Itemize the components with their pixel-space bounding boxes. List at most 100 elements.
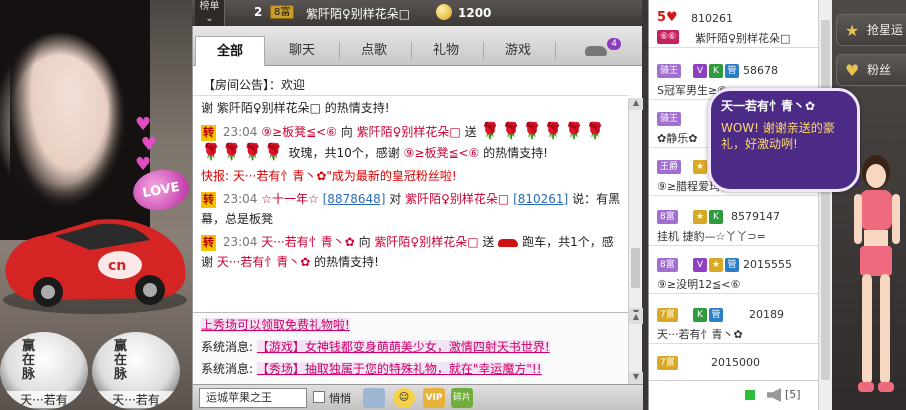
chat-target-select[interactable]: 运城苹果之王 [199,388,307,408]
message-target[interactable]: 紫阡陌♀别样花朵□ [374,235,478,249]
scroll-up-icon[interactable]: ▲ [629,312,643,324]
coin-icon [436,4,452,20]
tab-car[interactable]: 4 [561,36,631,66]
vip-badge-icon: V [693,64,707,78]
grab-star-button[interactable]: ★ 抢星运 [836,14,906,46]
tab-chat[interactable]: 聊天 [267,36,337,66]
pip-title: 赢在脉 [114,339,128,382]
pip-thumbnail[interactable]: 赢在脉 天···若有 [92,332,180,410]
message-verb: 向 [358,235,371,249]
button-label: 抢星运 [867,23,904,37]
flash-message: 快报: 天···若有忄青丶✿"成为最新的皇冠粉丝啦! [201,166,621,186]
fans-button[interactable]: ♥ 粉丝 [836,54,906,86]
forward-tag[interactable]: 转 [201,192,216,208]
flash-text: 天···若有忄青丶✿"成为最新的皇冠粉丝啦! [232,169,457,183]
vip-button[interactable]: VIP [423,388,445,408]
image-icon[interactable] [363,388,385,408]
user-count: [5] [785,388,801,401]
system-message: 系统消息: 【游戏】女神钱都变身萌萌美少女，激情四射天书世界! [193,337,550,357]
pip-title: 赢在脉 [22,339,36,382]
button-label: 粉丝 [867,63,892,77]
message-verb: 向 [340,125,353,139]
top-user-name[interactable]: 紫阡陌♀别样花朵□ [306,5,410,22]
chat-message: 转 23:04 ⑨≥板凳≦<⑥ 向 紫阡陌♀别样花朵□ 送 🌹🌹🌹🌹🌹🌹🌹🌹🌹🌹… [201,121,621,163]
message-text: 的热情支持! [314,255,379,269]
top-bar: 榜单 ⌄ 2 8富 紫阡陌♀别样花朵□ 1200 [192,0,642,26]
chat-message: 转 23:04 天···若有忄青丶✿ 向 紫阡陌♀别样花朵□ 送 跑车，共1个，… [201,232,621,272]
user-level-badge: 骑王 [657,112,682,126]
k-badge-icon: K [709,64,723,78]
system-link[interactable]: 上秀场可以领取免费礼物啦! [201,318,350,332]
system-message: 上秀场可以领取免费礼物啦! [193,315,350,335]
chat-tabs: 全部 聊天 点歌 礼物 游戏 4 [193,26,642,66]
message-user[interactable]: ⑨≥板凳≦<⑥ [404,146,480,160]
list-item[interactable]: 8富 ★ K 8579147 挂机 捷豹—☆丫丫⊃= [649,206,832,246]
chat-messages: 谢 紫阡陌♀别样花朵□ 的热情支持! 转 23:04 ⑨≥板凳≦<⑥ 向 紫阡陌… [193,98,629,308]
user-id: 2015555 [743,258,792,271]
list-item[interactable]: 5♥ 810261 ⑥⑥ 紫阡陌♀别样花朵□ [649,8,832,48]
user-name: ✿静乐✿ [657,132,698,145]
tab-songs[interactable]: 点歌 [339,36,409,66]
user-sub-badge: ⑥⑥ [657,30,680,44]
user-list-scrollbar[interactable] [818,0,832,410]
cartoon-character-image [854,155,900,392]
flash-label: 快报: [201,169,230,183]
system-link[interactable]: 【秀场】抽取独属于您的特殊礼物，就在"幸运魔方"!! [256,362,542,376]
sports-car-icon [498,238,519,247]
system-label: 系统消息: [201,340,254,354]
tab-games[interactable]: 游戏 [483,36,553,66]
message-user[interactable]: 天···若有忄青丶✿ [261,235,355,249]
tab-divider [555,42,556,60]
message-verb: 送 [482,235,495,249]
user-level-badge: 7富 [657,308,678,322]
message-user[interactable]: ☆十一年☆ [261,192,319,206]
list-item[interactable]: 8富 V ★ 管 2015555 ⑨≥没明12≦<⑥ [649,254,832,294]
tab-gifts[interactable]: 礼物 [411,36,481,66]
list-item[interactable]: 7富 K 管 20189 天···若有忄青丶✿ [649,304,832,344]
tab-all[interactable]: 全部 [195,36,265,66]
speech-bubble: 天一若有忄青丶✿ WOW! 谢谢亲送的豪礼，好激动咧! [708,88,860,192]
message-user-id[interactable]: [810261] [513,192,568,206]
message-user[interactable]: ⑨≥板凳≦<⑥ [261,125,337,139]
user-id: 810261 [691,12,733,25]
car-icon [585,45,607,56]
chat-scrollbar[interactable]: ▲ ▼ [628,98,643,320]
user-name: ⑨≥没明12≦<⑥ [657,278,741,291]
message-user-id[interactable]: [8878648] [323,192,386,206]
fragment-button[interactable]: 碎片 [451,388,473,408]
user-list: 5♥ 810261 ⑥⑥ 紫阡陌♀别样花朵□ 骑王 V K 管 58678 S冠… [648,0,832,410]
system-link[interactable]: 【游戏】女神钱都变身萌萌美少女，激情四射天书世界! [256,340,550,354]
vip-badge-icon: V [693,258,707,272]
forward-tag[interactable]: 转 [201,125,216,141]
star-badge-icon: ★ [693,160,707,174]
scroll-up-icon[interactable]: ▲ [629,98,643,110]
system-scrollbar[interactable]: ▲ ▼ [628,312,643,384]
message-text: 的热情支持! [483,146,548,160]
message-user[interactable]: 天···若有忄青丶✿ [217,255,311,269]
scrollbar-thumb[interactable] [821,20,830,380]
speaker-icon[interactable] [767,388,781,402]
user-name: 紫阡陌♀别样花朵□ [695,32,791,45]
scroll-down-icon[interactable]: ▼ [629,372,643,384]
user-level-badge: 8富 [657,258,678,272]
user-id: 8579147 [731,210,780,223]
private-checkbox[interactable] [313,391,325,403]
level-badge: 8富 [270,5,295,19]
admin-badge-icon: 管 [709,308,723,322]
rank-tab[interactable]: 榜单 ⌄ [195,0,225,26]
user-id: 58678 [743,64,778,77]
scrollbar-thumb[interactable] [631,248,640,288]
video-panel[interactable]: ♥ ♥ ♥ LOVE cn 赢在脉 天···若有 赢在脉 天···若有 [0,0,192,410]
emoji-icon[interactable]: ☺ [393,388,415,408]
chevron-down-icon: ⌄ [205,13,214,24]
system-message: 系统消息: 【秀场】抽取独属于您的特殊礼物，就在"幸运魔方"!! [193,359,542,379]
heart-icon: ♥ [845,61,860,80]
tab-badge-count: 4 [607,38,621,50]
forward-tag[interactable]: 转 [201,235,216,251]
user-level-badge: 王爵 [657,160,682,174]
pip-name: 天···若有 [92,391,180,408]
user-name: 天···若有忄青丶✿ [657,328,743,341]
message-target[interactable]: 紫阡陌♀别样花朵□ [357,125,461,139]
message-target[interactable]: 紫阡陌♀别样花朵□ [405,192,509,206]
pip-thumbnail[interactable]: 赢在脉 天···若有 [0,332,88,410]
